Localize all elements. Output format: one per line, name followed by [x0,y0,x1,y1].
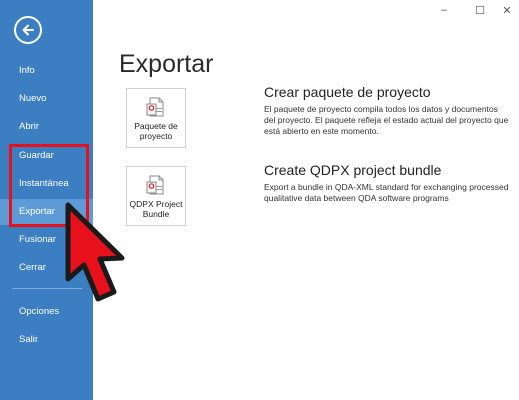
section-title: Crear paquete de proyecto [264,84,431,100]
qdpx-document-icon [146,175,164,195]
section-title: Create QDPX project bundle [264,162,442,178]
sidebar-item-salir[interactable]: Salir [0,327,93,353]
maximize-button[interactable]: ☐ [470,3,490,17]
minimize-button[interactable]: – [434,3,454,17]
sidebar-item-guardar[interactable]: Guardar [0,143,93,169]
sidebar-item-instantanea[interactable]: Instantánea [0,171,93,197]
backstage-sidebar: Info Nuevo Abrir Guardar Instantánea Exp… [0,0,93,400]
sidebar-item-nuevo[interactable]: Nuevo [0,86,93,112]
red-cursor-arrow-icon [65,202,125,302]
section-description: Export a bundle in QDA-XML standard for … [264,182,509,203]
sidebar-item-info[interactable]: Info [0,58,93,84]
section-description: El paquete de proyecto compila todos los… [264,104,509,136]
back-arrow-icon [22,24,34,36]
sidebar-item-abrir[interactable]: Abrir [0,114,93,140]
package-document-icon [146,97,164,117]
paquete-de-proyecto-button[interactable]: Paquete de proyecto [126,88,186,148]
tile-label: Paquete de proyecto [134,121,178,141]
page-title: Exportar [119,50,214,78]
back-button[interactable] [14,16,42,44]
close-button[interactable]: ✕ [497,3,517,17]
